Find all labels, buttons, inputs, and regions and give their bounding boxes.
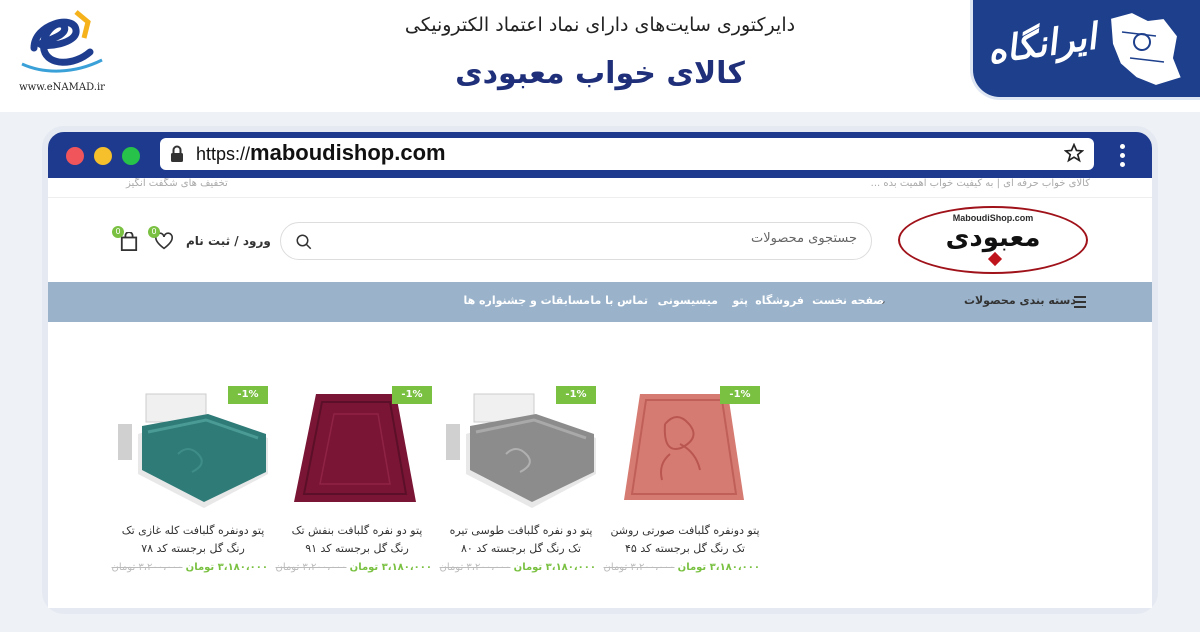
nav-item-missoni[interactable]: میسیسونی xyxy=(658,294,718,307)
url-protocol: https:// xyxy=(196,144,251,164)
product-title[interactable]: پتو دونفره گلبافت کله غازی تک رنگ گل برج… xyxy=(118,522,268,558)
logo-domain-text: MaboudiShop.com xyxy=(952,213,1034,223)
lock-icon xyxy=(171,145,183,162)
product-price: ۳،۱۸۰،۰۰۰ تومان ۳،۲۰۰،۰۰۰ تومان xyxy=(440,562,596,573)
product-title[interactable]: پتو دونفره گلبافت صورتی روشن تک رنگ گل ب… xyxy=(610,522,760,558)
discount-badge: -1% xyxy=(392,386,432,404)
browser-window: https://maboudishop.com کالای خواب حرفه … xyxy=(42,126,1158,614)
price-original: ۳،۲۰۰،۰۰۰ تومان xyxy=(603,562,675,573)
discount-badge: -1% xyxy=(556,386,596,404)
price-current: ۳،۱۸۰،۰۰۰ تومان xyxy=(513,562,596,573)
wishlist-button[interactable]: 0 xyxy=(148,226,174,254)
logo-brand-text: معبودی xyxy=(945,223,1041,253)
logo-diamond-icon xyxy=(987,251,1003,267)
nav-item-home[interactable]: صفحه نخست xyxy=(812,294,884,307)
site-header: MaboudiShop.com معبودی ورود / ثبت نام 0 xyxy=(48,198,1152,282)
nav-item-blanket[interactable]: پتو xyxy=(732,294,748,307)
web-page: کالای خواب حرفه ای | به کیفیت خواب اهمیت… xyxy=(48,178,1152,608)
browser-menu-icon[interactable] xyxy=(1120,144,1126,171)
product-card[interactable]: -1% پتو دو نفره گلبافت بنفش تک رنگ گل بر… xyxy=(276,374,432,573)
product-title[interactable]: پتو دو نفره گلبافت بنفش تک رنگ گل برجسته… xyxy=(282,522,432,558)
close-window-button[interactable] xyxy=(66,147,84,165)
cart-button[interactable]: 0 xyxy=(112,226,138,256)
browser-toolbar: https://maboudishop.com xyxy=(48,132,1152,178)
site-logo[interactable]: MaboudiShop.com معبودی xyxy=(898,206,1088,274)
nav-item-contact[interactable]: تماس با ما xyxy=(590,294,648,307)
top-notice-right: کالای خواب حرفه ای | به کیفیت خواب اهمیت… xyxy=(870,178,1090,189)
product-title[interactable]: پتو دو نفره گلبافت طوسی تیره تک رنگ گل ب… xyxy=(446,522,596,558)
product-image[interactable]: -1% xyxy=(446,374,596,514)
enamad-url: www.eNAMAD.ir xyxy=(19,82,105,93)
discount-badge: -1% xyxy=(228,386,268,404)
address-bar[interactable]: https://maboudishop.com xyxy=(160,138,1094,170)
product-price: ۳،۱۸۰،۰۰۰ تومان ۳،۲۰۰،۰۰۰ تومان xyxy=(112,562,268,573)
product-card[interactable]: -1% پتو دونفره گلبافت کله غازی تک رنگ گل… xyxy=(112,374,268,573)
price-original: ۳،۲۰۰،۰۰۰ تومان xyxy=(111,562,183,573)
discount-badge: -1% xyxy=(720,386,760,404)
product-card[interactable]: -1% پتو دو نفره گلبافت طوسی تیره تک رنگ … xyxy=(440,374,596,573)
wishlist-count-badge: 0 xyxy=(148,226,160,238)
url-text: https://maboudishop.com xyxy=(196,140,446,166)
main-navigation: دسته بندی محصولات ⌄ صفحه نخست فروشگاه پت… xyxy=(48,282,1152,322)
bookmark-star-icon[interactable] xyxy=(1064,143,1084,163)
product-image[interactable]: -1% xyxy=(282,374,432,514)
nav-item-shop[interactable]: فروشگاه xyxy=(755,294,804,307)
top-notice-left[interactable]: تخفیف های شگفت انگیز xyxy=(126,178,228,189)
iran-map-icon xyxy=(1108,10,1184,88)
product-price: ۳،۱۸۰،۰۰۰ تومان ۳،۲۰۰،۰۰۰ تومان xyxy=(604,562,760,573)
price-original: ۳،۲۰۰،۰۰۰ تومان xyxy=(439,562,511,573)
banner-title: کالای خواب معبودی xyxy=(455,56,745,91)
product-image[interactable]: -1% xyxy=(118,374,268,514)
maximize-window-button[interactable] xyxy=(122,147,140,165)
search-input[interactable] xyxy=(337,231,857,246)
price-original: ۳،۲۰۰،۰۰۰ تومان xyxy=(275,562,347,573)
irangah-logo-text: ایرانگاه xyxy=(984,16,1099,73)
nav-item-contests[interactable]: مسابقات و جشنواره ها xyxy=(463,294,590,307)
top-notice-strip: کالای خواب حرفه ای | به کیفیت خواب اهمیت… xyxy=(48,178,1152,198)
minimize-window-button[interactable] xyxy=(94,147,112,165)
cart-count-badge: 0 xyxy=(112,226,124,238)
search-box xyxy=(280,222,872,260)
irangah-logo[interactable]: ایرانگاه xyxy=(970,0,1200,100)
price-current: ۳،۱۸۰،۰۰۰ تومان xyxy=(677,562,760,573)
product-image[interactable]: -1% xyxy=(610,374,760,514)
url-domain: maboudishop.com xyxy=(250,140,446,165)
product-card[interactable]: -1% پتو دونفره گلبافت صورتی روشن تک رنگ … xyxy=(604,374,760,573)
nav-categories-button[interactable]: دسته بندی محصولات xyxy=(964,294,1076,307)
directory-banner: www.eNAMAD.ir دایرکتوری سایت‌های دارای ن… xyxy=(0,0,1200,112)
price-current: ۳،۱۸۰،۰۰۰ تومان xyxy=(185,562,268,573)
enamad-e-icon xyxy=(21,10,103,73)
product-price: ۳،۱۸۰،۰۰۰ تومان ۳،۲۰۰،۰۰۰ تومان xyxy=(276,562,432,573)
price-current: ۳،۱۸۰،۰۰۰ تومان xyxy=(349,562,432,573)
product-grid: -1% پتو دونفره گلبافت صورتی روشن تک رنگ … xyxy=(48,322,1152,608)
search-icon[interactable] xyxy=(295,233,313,251)
banner-subtitle: دایرکتوری سایت‌های دارای نماد اعتماد الک… xyxy=(404,14,796,36)
login-register-link[interactable]: ورود / ثبت نام xyxy=(186,234,271,248)
enamad-logo[interactable]: www.eNAMAD.ir xyxy=(6,4,118,100)
